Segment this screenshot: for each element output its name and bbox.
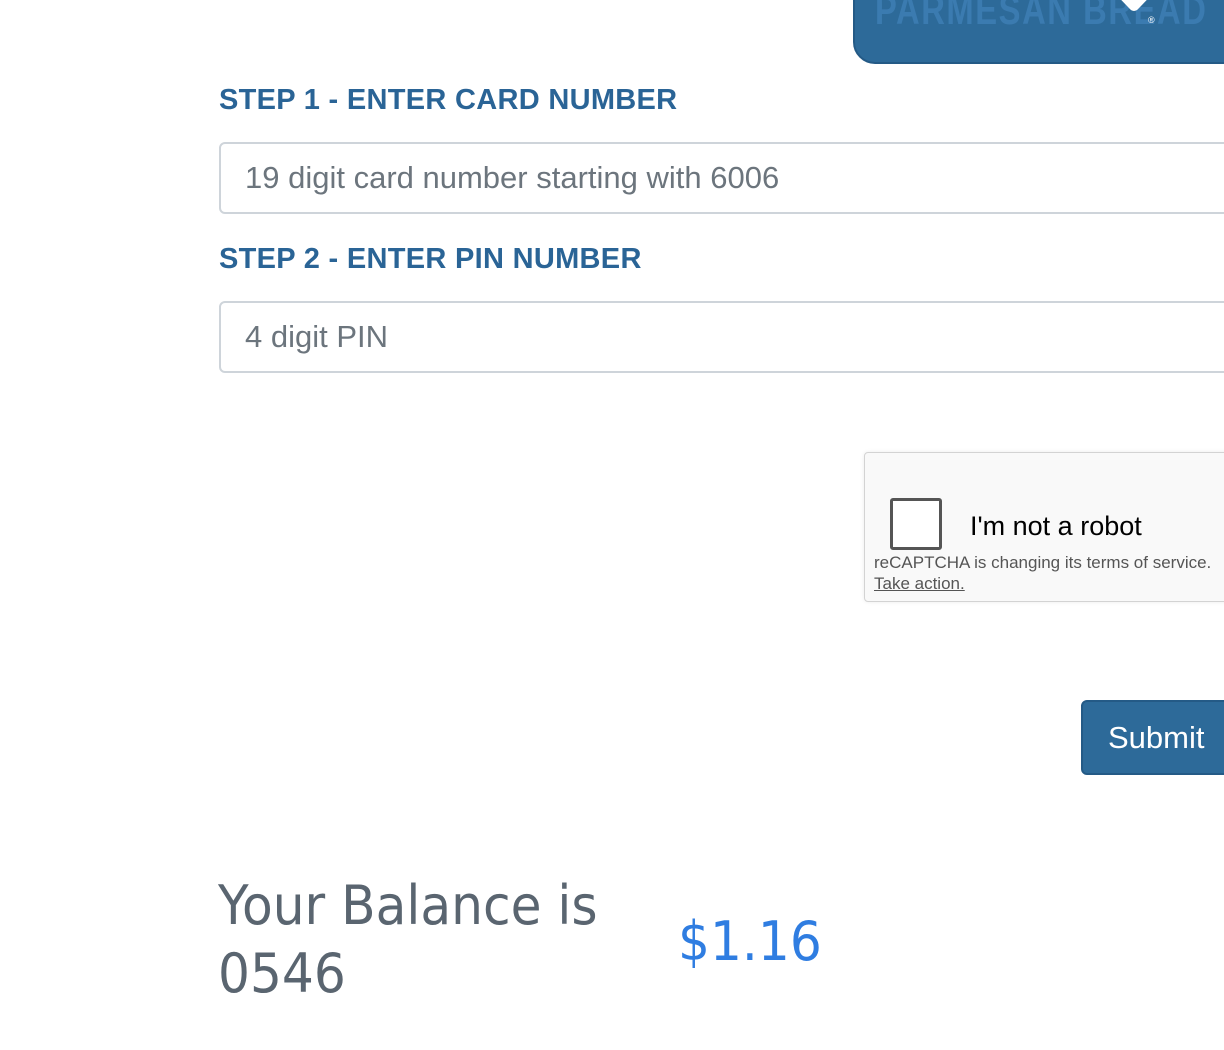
card-number-input[interactable]: [219, 142, 1224, 214]
recaptcha-take-action-link[interactable]: Take action.: [874, 574, 965, 594]
registered-mark: ®: [1148, 15, 1155, 25]
recaptcha-checkbox[interactable]: [890, 498, 942, 550]
pin-input[interactable]: [219, 301, 1224, 373]
step2-label: STEP 2 - ENTER PIN NUMBER: [219, 243, 642, 275]
recaptcha-label: I'm not a robot: [970, 511, 1142, 541]
recaptcha-widget: I'm not a robot reCAPTCHA is changing it…: [864, 452, 1224, 602]
chevron-logo-icon: [1121, 0, 1147, 11]
submit-button[interactable]: Submit: [1081, 700, 1224, 775]
recaptcha-notice: reCAPTCHA is changing its terms of servi…: [874, 553, 1212, 572]
balance-label: Your Balance is 0546: [218, 874, 598, 1005]
card-balance-page: PARMESAN BREAD ® STEP 1 - ENTER CARD NUM…: [0, 0, 1224, 1050]
step1-label: STEP 1 - ENTER CARD NUMBER: [219, 84, 678, 116]
brand-banner: PARMESAN BREAD ®: [853, 0, 1224, 64]
balance-amount: $1.16: [678, 910, 822, 973]
